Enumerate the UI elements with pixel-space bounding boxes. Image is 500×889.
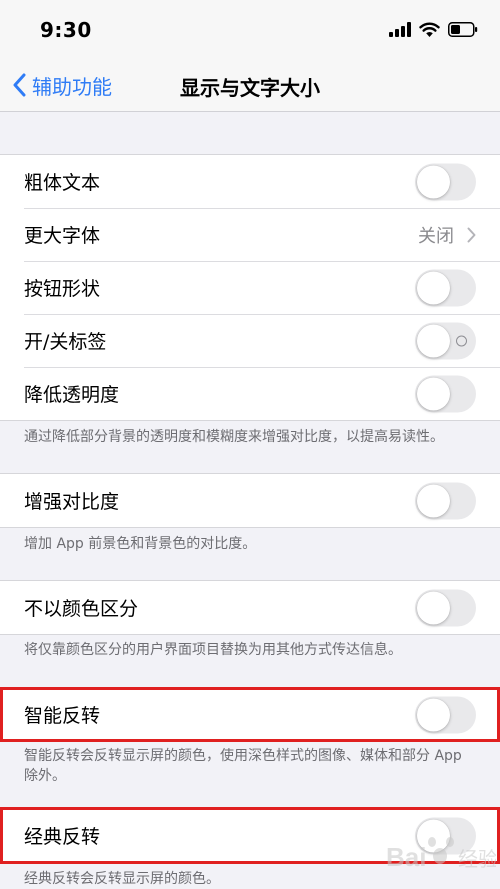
on-off-labels-toggle[interactable] xyxy=(415,322,476,359)
bold-text-toggle[interactable] xyxy=(415,163,476,200)
row-label: 开/关标签 xyxy=(24,331,107,353)
row-classic-invert[interactable]: 经典反转 xyxy=(0,809,500,862)
smart-invert-toggle[interactable] xyxy=(415,696,476,733)
row-label: 经典反转 xyxy=(24,826,101,848)
off-label-ring-icon xyxy=(456,335,467,346)
differentiate-without-color-toggle[interactable] xyxy=(415,589,476,626)
reduce-transparency-toggle[interactable] xyxy=(415,375,476,412)
row-label: 更大字体 xyxy=(24,225,101,247)
footer-smart-invert: 智能反转会反转显示屏的颜色，使用深色样式的图像、媒体和部分 App 除外。 xyxy=(24,748,462,784)
row-on-off-labels[interactable]: 开/关标签 xyxy=(0,314,500,367)
row-label: 按钮形状 xyxy=(24,278,101,300)
row-label: 不以颜色区分 xyxy=(24,598,139,620)
page-title: 显示与文字大小 xyxy=(180,76,320,100)
settings-group-smart-invert: 智能反转 xyxy=(0,687,500,742)
settings-group-differentiate: 不以颜色区分 xyxy=(0,580,500,635)
row-label: 降低透明度 xyxy=(24,384,120,406)
footer-classic-invert: 经典反转会反转显示屏的颜色。 xyxy=(24,871,220,887)
chevron-right-icon xyxy=(467,227,476,242)
settings-group-text: 粗体文本 更大字体 关闭 按钮形状 开/关标签 降低透明度 xyxy=(0,154,500,421)
footer-differentiate-without-color: 将仅靠颜色区分的用户界面项目替换为用其他方式传达信息。 xyxy=(24,642,402,658)
row-larger-text[interactable]: 更大字体 关闭 xyxy=(0,208,500,261)
navigation-bar: 辅助功能 显示与文字大小 xyxy=(0,60,500,112)
row-increase-contrast[interactable]: 增强对比度 xyxy=(0,474,500,527)
footer-reduce-transparency: 通过降低部分背景的透明度和模糊度来增强对比度，以提高易读性。 xyxy=(24,429,444,445)
settings-group-classic-invert: 经典反转 xyxy=(0,808,500,863)
row-smart-invert[interactable]: 智能反转 xyxy=(0,688,500,741)
row-button-shapes[interactable]: 按钮形状 xyxy=(0,261,500,314)
battery-icon xyxy=(448,21,478,37)
row-reduce-transparency[interactable]: 降低透明度 xyxy=(0,367,500,420)
row-label: 智能反转 xyxy=(24,705,101,727)
button-shapes-toggle[interactable] xyxy=(415,269,476,306)
status-time: 9:30 xyxy=(40,18,92,42)
row-label: 粗体文本 xyxy=(24,172,101,194)
cellular-signal-icon xyxy=(389,21,411,37)
status-icons xyxy=(389,20,478,38)
increase-contrast-toggle[interactable] xyxy=(415,482,476,519)
classic-invert-toggle[interactable] xyxy=(415,817,476,854)
row-bold-text[interactable]: 粗体文本 xyxy=(0,155,500,208)
status-bar: 9:30 xyxy=(0,0,500,60)
settings-group-contrast: 增强对比度 xyxy=(0,473,500,528)
wifi-icon xyxy=(419,22,440,37)
footer-increase-contrast: 增加 App 前景色和背景色的对比度。 xyxy=(24,536,257,552)
row-differentiate-without-color[interactable]: 不以颜色区分 xyxy=(0,581,500,634)
row-label: 增强对比度 xyxy=(24,491,120,513)
larger-text-value: 关闭 xyxy=(418,225,454,247)
